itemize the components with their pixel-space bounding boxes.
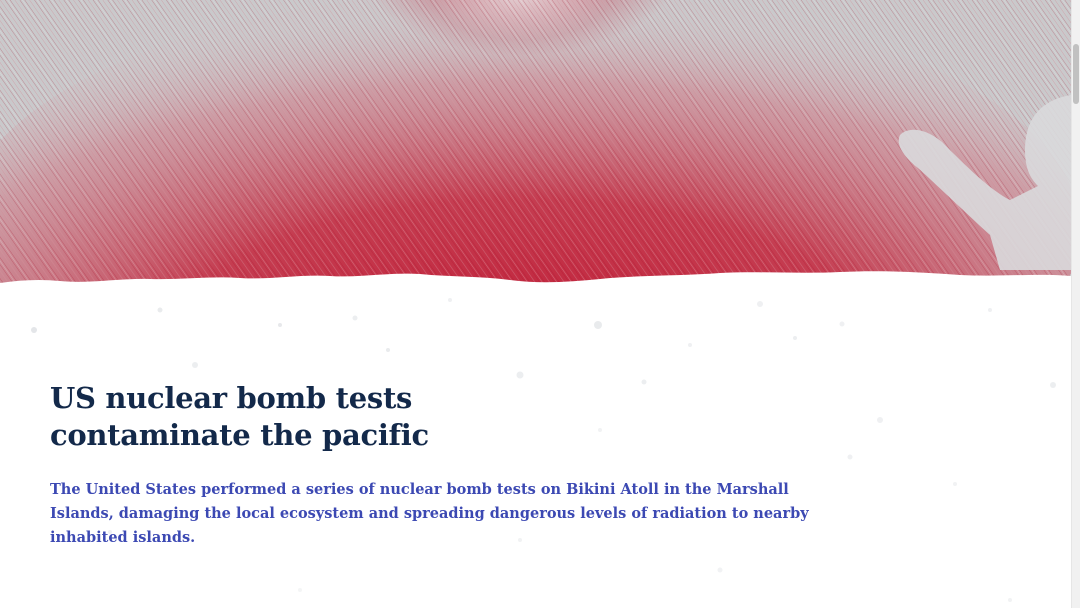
article-lede: The United States performed a series of … xyxy=(50,481,809,546)
article-headline: US nuclear bomb tests contaminate the pa… xyxy=(50,381,429,452)
mushroom-cloud-illustration xyxy=(0,0,1071,300)
hero-illustration xyxy=(0,0,1071,300)
vertical-scrollbar[interactable] xyxy=(1071,0,1080,608)
scrollbar-thumb[interactable] xyxy=(1073,44,1079,104)
